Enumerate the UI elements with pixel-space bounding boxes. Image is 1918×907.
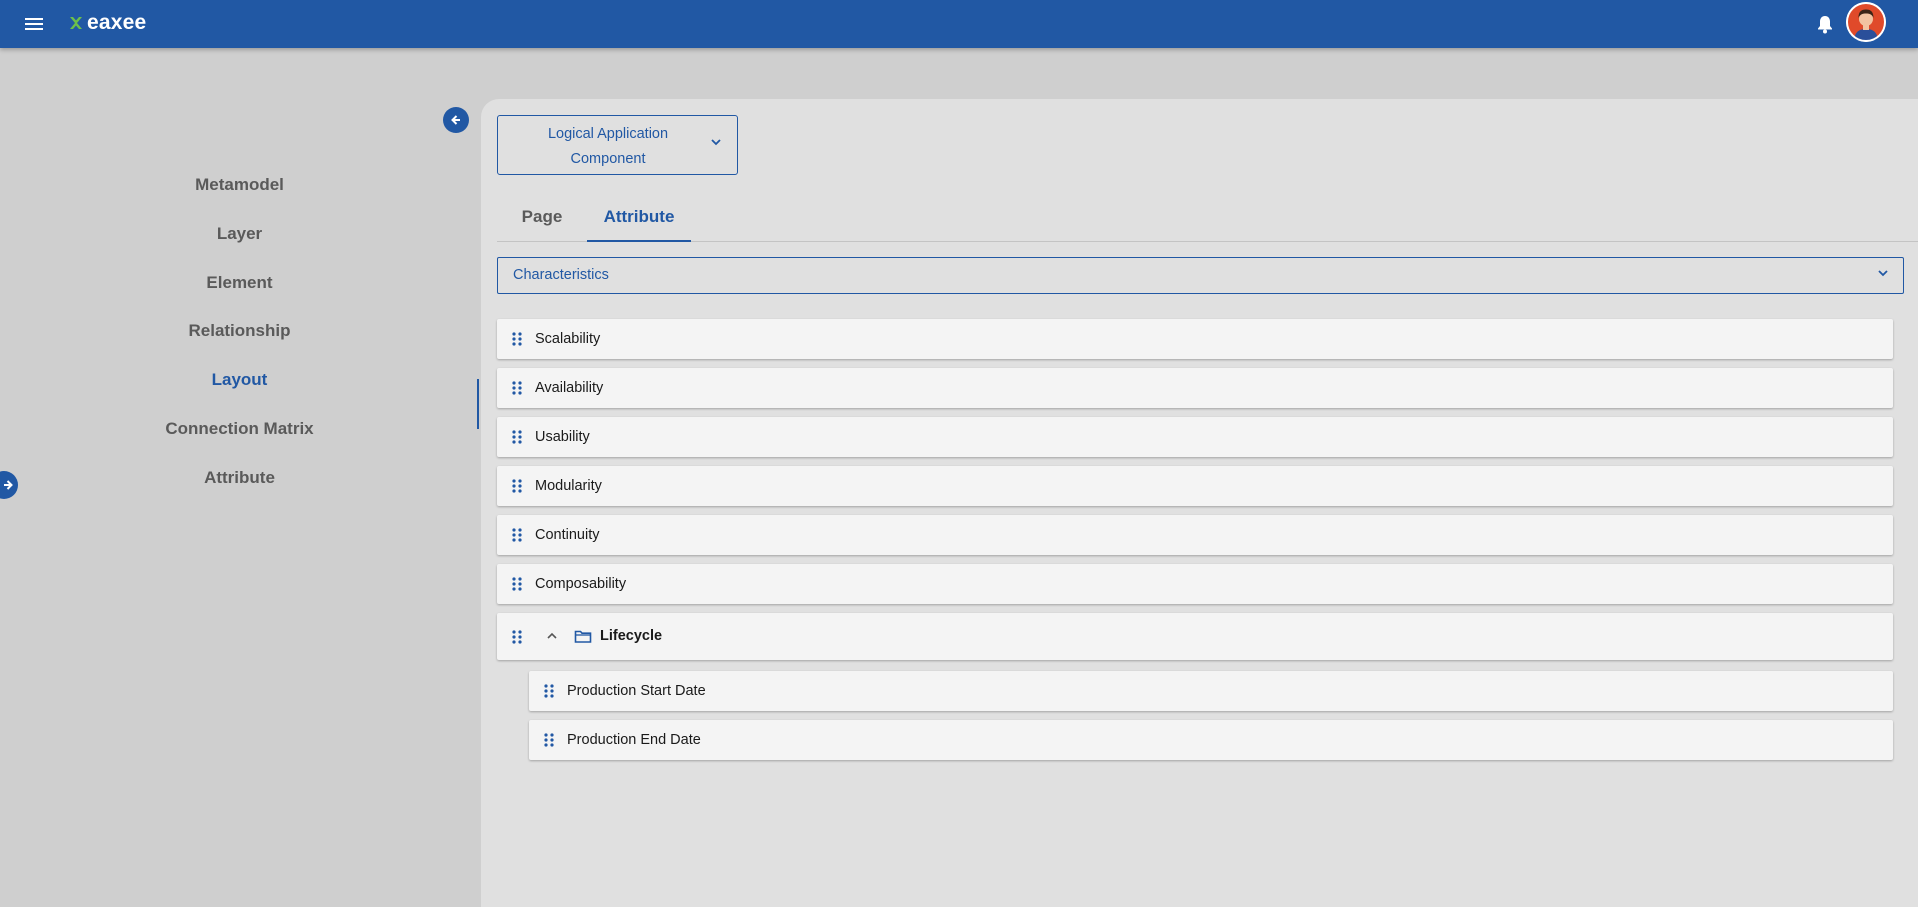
drag-handle-icon[interactable]	[512, 629, 522, 644]
attribute-row[interactable]: Production Start Date	[529, 671, 1893, 711]
attribute-label: Modularity	[535, 478, 602, 494]
chevron-up-icon[interactable]	[546, 631, 558, 641]
sidebar-item-metamodel[interactable]: Metamodel	[0, 160, 479, 209]
drag-handle-icon[interactable]	[512, 577, 522, 591]
top-app-bar: eaxee	[0, 0, 1918, 48]
attribute-label: Production Start Date	[567, 683, 706, 699]
sidebar-item-attribute[interactable]: Attribute	[0, 453, 479, 502]
app-logo[interactable]: eaxee	[68, 9, 146, 37]
drag-handle-icon[interactable]	[512, 332, 522, 346]
tab-attribute[interactable]: Attribute	[587, 199, 691, 242]
logo-mark-icon	[70, 17, 82, 29]
attribute-label: Composability	[535, 576, 627, 592]
attribute-row[interactable]: Continuity	[497, 515, 1893, 555]
attribute-group-select[interactable]: Characteristics	[497, 257, 1904, 294]
main-content-panel: Logical Application Component Page Attri…	[481, 99, 1918, 907]
active-nav-indicator	[477, 379, 479, 429]
drag-handle-icon[interactable]	[544, 733, 554, 747]
sidebar-item-layout[interactable]: Layout	[0, 355, 479, 404]
sidebar-item-connection-matrix[interactable]: Connection Matrix	[0, 404, 479, 453]
attribute-row[interactable]: Scalability	[497, 319, 1893, 359]
app-name: eaxee	[87, 11, 147, 34]
attribute-group-label: Lifecycle	[600, 628, 663, 644]
sidebar-item-relationship[interactable]: Relationship	[0, 306, 479, 355]
attribute-row[interactable]: Composability	[497, 564, 1893, 604]
drag-handle-icon[interactable]	[544, 684, 554, 698]
attribute-row[interactable]: Availability	[497, 368, 1893, 408]
chevron-down-icon	[1878, 270, 1888, 277]
element-type-dropdown[interactable]: Logical Application Component	[497, 115, 738, 175]
attribute-label: Availability	[535, 380, 604, 396]
attribute-group-row[interactable]: Lifecycle	[497, 613, 1893, 660]
collapse-sidebar-button[interactable]	[443, 107, 469, 133]
arrow-left-icon	[451, 115, 460, 125]
hamburger-menu-icon[interactable]	[20, 12, 48, 36]
sidebar-item-layer[interactable]: Layer	[0, 209, 479, 258]
attribute-label: Usability	[535, 429, 590, 445]
sidebar-nav: Metamodel Layer Element Relationship Lay…	[0, 48, 479, 907]
attribute-row[interactable]: Production End Date	[529, 720, 1893, 760]
drag-handle-icon[interactable]	[512, 528, 522, 542]
tab-bar: Page Attribute	[497, 199, 1918, 242]
attribute-label: Production End Date	[567, 732, 701, 748]
attribute-label: Scalability	[535, 331, 601, 347]
drag-handle-icon[interactable]	[512, 479, 522, 493]
user-avatar[interactable]	[1846, 2, 1886, 42]
drag-handle-icon[interactable]	[512, 430, 522, 444]
element-type-value: Logical Application Component	[547, 126, 669, 167]
tab-page[interactable]: Page	[497, 199, 587, 240]
attribute-label: Continuity	[535, 527, 600, 543]
drag-handle-icon[interactable]	[512, 381, 522, 395]
folder-icon	[574, 630, 592, 643]
attribute-group-value: Characteristics	[513, 267, 609, 283]
chevron-down-icon	[711, 139, 721, 146]
attribute-row[interactable]: Usability	[497, 417, 1893, 457]
attribute-row[interactable]: Modularity	[497, 466, 1893, 506]
sidebar-item-element[interactable]: Element	[0, 258, 479, 307]
bell-icon[interactable]	[1814, 12, 1836, 36]
